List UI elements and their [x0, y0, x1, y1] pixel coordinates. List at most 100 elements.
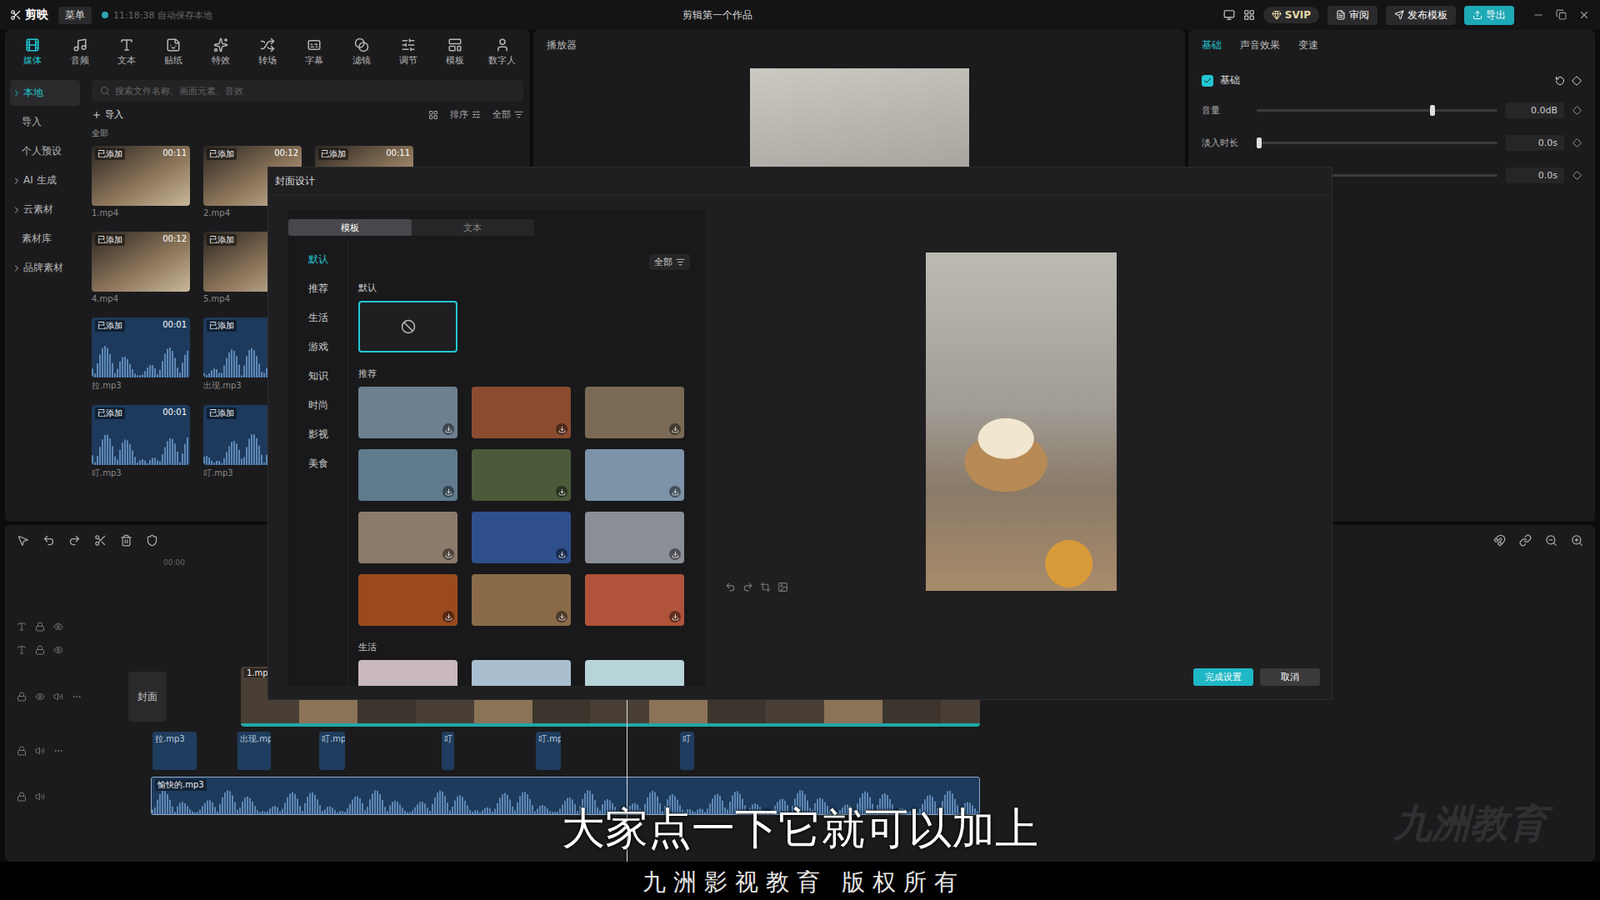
- more-icon[interactable]: [53, 745, 64, 756]
- volume-icon[interactable]: [35, 745, 45, 756]
- toolbar-item[interactable]: 滤镜: [342, 37, 381, 67]
- volume-icon[interactable]: [35, 791, 45, 802]
- slider[interactable]: [1256, 141, 1498, 145]
- download-icon[interactable]: [442, 548, 455, 560]
- category-item[interactable]: 默认: [308, 252, 329, 267]
- zoom-out-icon[interactable]: [1545, 534, 1558, 547]
- filter-button[interactable]: 全部: [649, 254, 690, 270]
- dialog-button[interactable]: 取消: [1260, 668, 1320, 686]
- download-icon[interactable]: [669, 423, 681, 435]
- download-icon[interactable]: [442, 485, 455, 498]
- undo-icon[interactable]: [725, 581, 736, 593]
- template-tile[interactable]: [471, 511, 571, 564]
- download-icon[interactable]: [555, 485, 568, 498]
- reset-icon[interactable]: [1555, 75, 1565, 86]
- view-icon[interactable]: [428, 110, 439, 120]
- toolbar-item[interactable]: 字幕: [295, 37, 334, 67]
- sidebar-item[interactable]: 本地: [10, 80, 80, 106]
- action-button[interactable]: 导出: [1464, 5, 1515, 25]
- category-item[interactable]: 知识: [308, 369, 329, 384]
- download-icon[interactable]: [442, 423, 455, 435]
- inspector-tab[interactable]: 变速: [1298, 38, 1319, 53]
- sort-button[interactable]: 排序: [450, 108, 481, 121]
- minimize-icon[interactable]: [1532, 9, 1545, 21]
- delete-icon[interactable]: [120, 534, 133, 547]
- category-item[interactable]: 生活: [308, 310, 329, 325]
- keyframe-icon[interactable]: [1572, 138, 1582, 148]
- audio-clip[interactable]: 拉.mp3: [152, 731, 197, 770]
- toolbar-item[interactable]: 模板: [435, 37, 475, 67]
- template-tile[interactable]: [358, 300, 458, 353]
- sidebar-item[interactable]: 云素材: [10, 196, 80, 223]
- template-tile[interactable]: [358, 449, 458, 501]
- template-tile[interactable]: [585, 386, 685, 439]
- audio-clip[interactable]: 叮: [441, 731, 455, 770]
- keyframe-icon[interactable]: [1572, 105, 1582, 115]
- template-tile[interactable]: [585, 660, 685, 686]
- audio-clip[interactable]: 出现.mp: [237, 731, 271, 770]
- category-item[interactable]: 美食: [308, 456, 329, 471]
- lock-icon[interactable]: [16, 791, 27, 802]
- action-button[interactable]: 审阅: [1327, 5, 1378, 25]
- filter-button[interactable]: 全部: [492, 108, 524, 121]
- template-tile[interactable]: [358, 574, 458, 626]
- monitor-icon[interactable]: [1223, 9, 1235, 21]
- template-tile[interactable]: [585, 511, 685, 564]
- category-item[interactable]: 影视: [308, 427, 329, 442]
- split-icon[interactable]: [94, 534, 107, 547]
- category-item[interactable]: 时尚: [308, 398, 329, 413]
- close-icon[interactable]: [1578, 9, 1590, 21]
- template-tile[interactable]: [471, 574, 571, 626]
- audio-clip[interactable]: 叮.mp: [319, 731, 345, 770]
- restore-icon[interactable]: [1555, 9, 1567, 20]
- lock-icon[interactable]: [16, 691, 27, 702]
- slider[interactable]: [1256, 109, 1498, 112]
- media-card[interactable]: 已添加00:111.mp4: [91, 145, 190, 219]
- dialog-button[interactable]: 完成设置: [1193, 668, 1254, 686]
- section-header[interactable]: 基础: [1188, 60, 1595, 95]
- category-item[interactable]: 推荐: [308, 281, 329, 296]
- link-icon[interactable]: [1519, 534, 1532, 547]
- template-tile[interactable]: [471, 660, 571, 686]
- zoom-in-icon[interactable]: [1570, 534, 1584, 547]
- toolbar-item[interactable]: 数字人: [483, 37, 522, 67]
- sidebar-item[interactable]: AI 生成: [10, 167, 80, 194]
- eye-icon[interactable]: [53, 621, 64, 632]
- select-icon[interactable]: [16, 534, 30, 547]
- download-icon[interactable]: [555, 423, 568, 435]
- lock-icon[interactable]: [35, 621, 45, 632]
- eye-icon[interactable]: [53, 645, 64, 655]
- sidebar-item[interactable]: 个人预设: [10, 138, 80, 165]
- action-button[interactable]: 发布模板: [1385, 5, 1456, 25]
- sidebar-item[interactable]: 素材库: [10, 225, 80, 252]
- lock-icon[interactable]: [35, 645, 45, 655]
- replace-image-icon[interactable]: [777, 581, 789, 593]
- toolbar-item[interactable]: 转场: [248, 37, 287, 67]
- lock-icon[interactable]: [16, 745, 27, 756]
- download-icon[interactable]: [442, 610, 455, 623]
- audio-clip[interactable]: 叮.mp: [535, 731, 561, 770]
- media-card[interactable]: 已添加00:01叮.mp3: [91, 405, 190, 480]
- keyframe-icon[interactable]: [1572, 170, 1582, 180]
- download-icon[interactable]: [669, 485, 681, 498]
- layout-icon[interactable]: [1243, 9, 1255, 21]
- volume-icon[interactable]: [53, 691, 64, 702]
- inspector-tab[interactable]: 声音效果: [1240, 38, 1280, 53]
- template-tile[interactable]: [358, 511, 458, 564]
- magnet-icon[interactable]: [1493, 534, 1506, 547]
- category-item[interactable]: 游戏: [308, 340, 329, 355]
- audio-clip[interactable]: 叮: [680, 731, 695, 770]
- media-card[interactable]: 已添加00:01拉.mp3: [91, 317, 190, 392]
- toolbar-item[interactable]: 音频: [60, 37, 99, 67]
- search-field[interactable]: 搜索文件名称、画面元素、音效: [91, 80, 524, 102]
- crop-icon[interactable]: [760, 581, 771, 593]
- template-tile[interactable]: [585, 574, 685, 626]
- template-tile[interactable]: [358, 660, 458, 686]
- menu-button[interactable]: 菜单: [58, 6, 92, 25]
- download-icon[interactable]: [669, 610, 681, 623]
- redo-icon[interactable]: [68, 534, 81, 547]
- keyframe-icon[interactable]: [1571, 75, 1582, 86]
- toolbar-item[interactable]: 调节: [389, 37, 428, 67]
- inspector-tab[interactable]: 基础: [1201, 38, 1222, 53]
- template-tile[interactable]: [471, 449, 571, 501]
